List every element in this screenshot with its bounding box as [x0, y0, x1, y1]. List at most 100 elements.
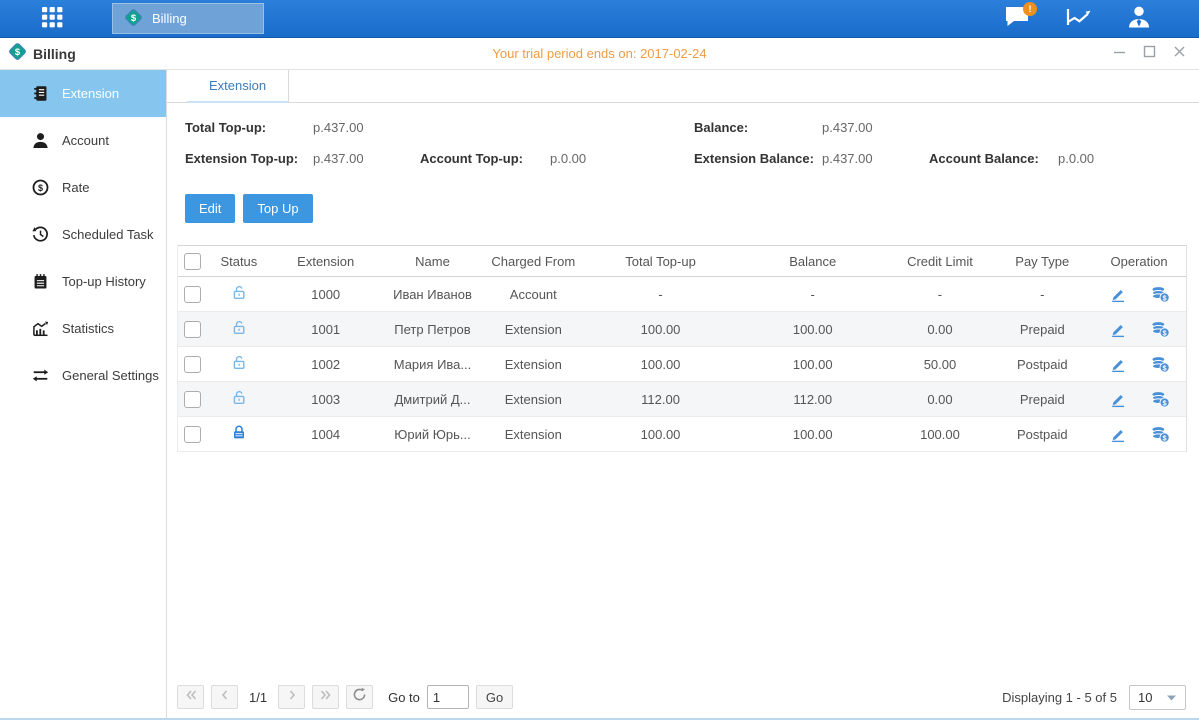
account-topup-label: Account Top-up: [420, 151, 523, 166]
chevrons-right-icon [319, 688, 333, 706]
go-button[interactable]: Go [476, 685, 513, 709]
extension-cell: 1001 [270, 322, 382, 337]
first-page-button[interactable] [177, 685, 204, 709]
minimize-button[interactable] [1112, 47, 1127, 62]
row-checkbox[interactable] [184, 286, 201, 303]
sidebar-item-top-up-history[interactable]: Top-up History [0, 258, 166, 305]
row-checkbox[interactable] [184, 356, 201, 373]
column-header-pay-type[interactable]: Pay Type [992, 254, 1092, 269]
sidebar-item-rate[interactable]: $ Rate [0, 164, 166, 211]
column-header-name[interactable]: Name [382, 254, 484, 269]
unlock-icon [231, 319, 247, 339]
sidebar-item-label: Scheduled Task [62, 227, 154, 242]
table-row-1001[interactable]: 1001Петр ПетровExtension100.00100.000.00… [178, 312, 1186, 347]
total-topup-value: p.437.00 [313, 120, 364, 135]
table-row-1002[interactable]: 1002Мария Ива...Extension100.00100.0050.… [178, 347, 1186, 382]
last-page-button[interactable] [312, 685, 339, 709]
notifications-button[interactable]: ! [1003, 5, 1031, 33]
prev-page-button[interactable] [211, 685, 238, 709]
topup-icon[interactable]: $ [1151, 426, 1170, 443]
select-all-checkbox[interactable] [184, 253, 201, 270]
sidebar-item-general-settings[interactable]: General Settings [0, 352, 166, 399]
sidebar-item-statistics[interactable]: Statistics [0, 305, 166, 352]
extension-balance-value: p.437.00 [822, 151, 873, 166]
edit-icon[interactable] [1109, 426, 1127, 443]
user-menu-button[interactable] [1125, 5, 1153, 33]
tabstrip: Extension [167, 70, 1199, 103]
balance-value: p.437.00 [822, 120, 873, 135]
edit-icon[interactable] [1109, 356, 1127, 373]
balance-cell: 112.00 [738, 392, 888, 407]
column-header-status[interactable]: Status [208, 254, 270, 269]
extension-table: StatusExtensionNameCharged FromTotal Top… [177, 245, 1187, 452]
window-controls [1112, 38, 1187, 70]
column-header-charged-from[interactable]: Charged From [483, 254, 583, 269]
column-header-operation[interactable]: Operation [1092, 254, 1186, 269]
notification-badge: ! [1023, 2, 1037, 16]
maximize-button[interactable] [1142, 47, 1157, 62]
topup-icon[interactable]: $ [1151, 391, 1170, 408]
window-body: ExtensionAccount$RateScheduled TaskTop-u… [0, 70, 1199, 718]
column-header-balance[interactable]: Balance [738, 254, 888, 269]
titlebar-app: $ Billing [0, 42, 76, 66]
column-header-total-top-up[interactable]: Total Top-up [583, 254, 738, 269]
operation-cell: $ [1092, 426, 1186, 443]
apps-grid-icon [40, 5, 64, 34]
sidebar-item-label: Rate [62, 180, 89, 195]
table-row-1000[interactable]: 1000Иван ИвановAccount----$ [178, 277, 1186, 312]
sidebar-item-account[interactable]: Account [0, 117, 166, 164]
row-checkbox[interactable] [184, 426, 201, 443]
tab-extension[interactable]: Extension [187, 70, 289, 103]
svg-text:$: $ [131, 12, 137, 23]
credit-limit-cell: 100.00 [888, 427, 993, 442]
close-button[interactable] [1172, 47, 1187, 62]
page-size-select[interactable]: 10 [1129, 685, 1186, 710]
status-cell [208, 284, 270, 304]
pay-type-cell: Prepaid [992, 392, 1092, 407]
operation-cell: $ [1092, 286, 1186, 303]
topbar: $ Billing ! [0, 0, 1199, 38]
minimize-icon [1113, 45, 1126, 63]
total-topup-cell: 100.00 [583, 427, 738, 442]
topup-icon[interactable]: $ [1151, 321, 1170, 338]
next-page-button[interactable] [278, 685, 305, 709]
sidebar-item-extension[interactable]: Extension [0, 70, 166, 117]
monitor-button[interactable] [1064, 5, 1092, 33]
name-cell: Дмитрий Д... [382, 392, 484, 407]
column-header-credit-limit[interactable]: Credit Limit [888, 254, 993, 269]
row-checkbox[interactable] [184, 321, 201, 338]
billing-diamond-icon: $ [124, 8, 143, 30]
svg-text:$: $ [37, 183, 42, 193]
edit-icon[interactable] [1109, 286, 1127, 303]
svg-text:$: $ [1162, 293, 1166, 302]
column-header-extension[interactable]: Extension [270, 254, 382, 269]
checkbox-cell [178, 426, 208, 443]
topup-button[interactable]: Top Up [243, 194, 312, 223]
apps-grid-button[interactable] [30, 5, 74, 33]
table-row-1003[interactable]: 1003Дмитрий Д...Extension112.00112.000.0… [178, 382, 1186, 417]
pagination-bar: 1/1 Go to Go Displaying 1 - 5 of 5 10 [177, 684, 1186, 710]
person-icon [31, 132, 49, 150]
page-size-value: 10 [1138, 690, 1152, 705]
credit-limit-cell: 50.00 [888, 357, 993, 372]
refresh-button[interactable] [346, 685, 373, 709]
table-row-1004[interactable]: 1004Юрий Юрь...Extension100.00100.00100.… [178, 417, 1186, 452]
topup-icon[interactable]: $ [1151, 356, 1170, 373]
topbar-tab-billing[interactable]: $ Billing [112, 3, 264, 34]
total-topup-label: Total Top-up: [185, 120, 266, 135]
lock-icon [231, 424, 247, 444]
topup-icon[interactable]: $ [1151, 286, 1170, 303]
table-body: 1000Иван ИвановAccount----$1001Петр Петр… [178, 277, 1186, 452]
svg-text:$: $ [1162, 363, 1166, 372]
edit-icon[interactable] [1109, 321, 1127, 338]
sidebar-item-scheduled-task[interactable]: Scheduled Task [0, 211, 166, 258]
operation-cell: $ [1092, 356, 1186, 373]
edit-button[interactable]: Edit [185, 194, 235, 223]
edit-icon[interactable] [1109, 391, 1127, 408]
user-icon [1126, 5, 1152, 34]
displaying-label: Displaying 1 - 5 of 5 [1002, 690, 1117, 705]
row-checkbox[interactable] [184, 391, 201, 408]
goto-page-input[interactable] [427, 685, 469, 709]
topbar-icons: ! [1003, 0, 1153, 38]
operation-cell: $ [1092, 391, 1186, 408]
